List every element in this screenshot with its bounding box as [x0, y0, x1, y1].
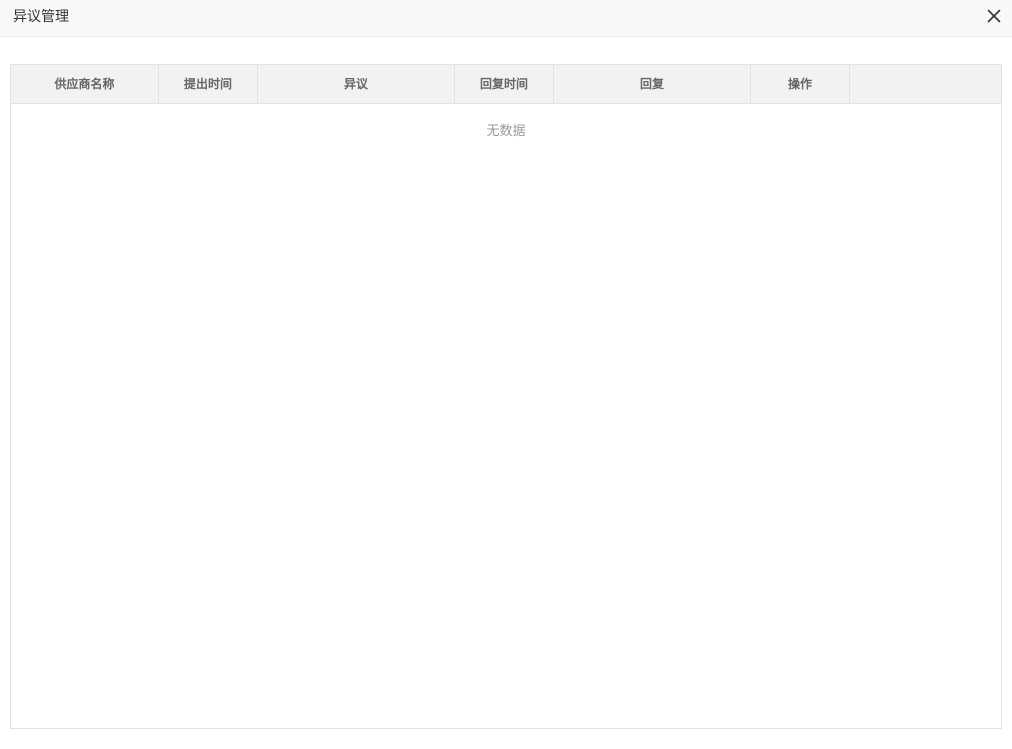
dialog-title: 异议管理: [13, 9, 69, 25]
column-header-filler: [850, 65, 1001, 103]
column-header-actions[interactable]: 操作: [751, 65, 850, 103]
column-header-reply-time[interactable]: 回复时间: [455, 65, 554, 103]
column-header-submit-time[interactable]: 提出时间: [159, 65, 258, 103]
dialog-header: 异议管理: [0, 0, 1012, 37]
column-header-reply[interactable]: 回复: [554, 65, 751, 103]
column-header-objection[interactable]: 异议: [258, 65, 455, 103]
objection-table: 供应商名称 提出时间 异议 回复时间 回复 操作 无数据: [10, 64, 1002, 729]
table-header: 供应商名称 提出时间 异议 回复时间 回复 操作: [11, 65, 1001, 104]
objection-management-dialog: 异议管理 供应商名称 提出时间 异议 回复时间 回复 操作 无数据: [0, 0, 1012, 749]
column-header-supplier-name[interactable]: 供应商名称: [11, 65, 159, 103]
table-body: 无数据: [11, 104, 1001, 728]
empty-state-text: 无数据: [486, 124, 526, 139]
close-icon[interactable]: [986, 8, 1002, 24]
